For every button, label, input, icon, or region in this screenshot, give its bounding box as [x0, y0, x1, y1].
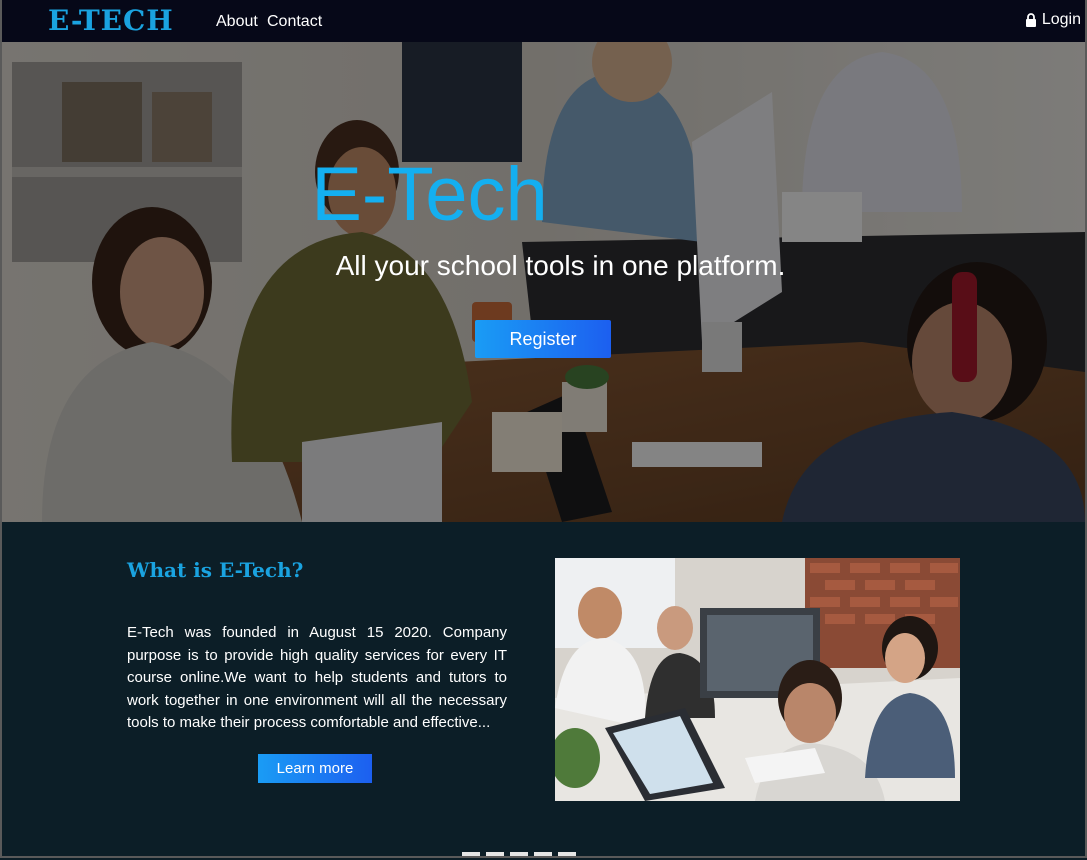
learn-more-button[interactable]: Learn more: [258, 754, 372, 783]
lock-icon: [1025, 13, 1036, 27]
hero-subtitle: All your school tools in one platform.: [335, 250, 786, 281]
next-section-heading-fragment: [462, 852, 582, 856]
about-heading: What is E-Tech?: [127, 558, 304, 582]
hero-section: E-Tech All your school tools in one plat…: [2, 42, 1085, 522]
hero-title: E-Tech: [311, 152, 548, 237]
login-link[interactable]: Login: [1025, 11, 1081, 29]
hero-dark-overlay: [2, 42, 1085, 522]
nav-link-about[interactable]: About: [216, 13, 258, 31]
about-team-photo: [555, 558, 960, 801]
top-navbar: E-TECH About Contact Login: [2, 0, 1085, 42]
brand-logo[interactable]: E-TECH: [48, 2, 174, 40]
about-description: E-Tech was founded in August 15 2020. Co…: [127, 624, 507, 731]
nav-link-contact[interactable]: Contact: [267, 13, 322, 31]
page: E-TECH About Contact Login E-Tech All yo…: [0, 0, 1087, 858]
register-button[interactable]: Register: [475, 320, 611, 358]
login-label: Login: [1041, 11, 1081, 28]
about-section: What is E-Tech? E-Tech was founded in Au…: [2, 522, 1085, 856]
